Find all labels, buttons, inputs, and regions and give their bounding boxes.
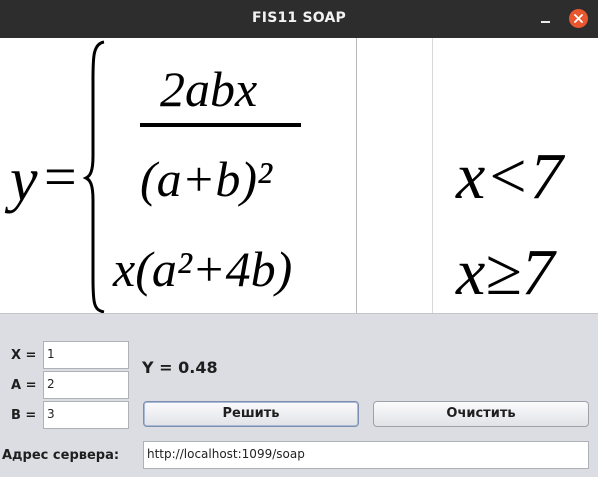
formula-case1-numerator: 2abx xyxy=(160,61,257,117)
result-text: Y = 0.48 xyxy=(142,358,218,377)
a-label: A = xyxy=(11,378,37,393)
close-button[interactable] xyxy=(569,9,588,28)
formula-fraction-bar xyxy=(140,123,301,127)
window-titlebar: FIS11 SOAP xyxy=(0,0,598,38)
formula-case1-condition: x<7 xyxy=(455,140,566,213)
b-input[interactable]: 3 xyxy=(43,401,129,429)
formula-panel: y = 2abx (a+b)² x(a²+4b) x<7 x≥7 xyxy=(0,38,598,313)
minimize-button[interactable] xyxy=(537,10,555,28)
input-form: X = 1 A = 2 B = 3 Y = 0.48 Решить Очисти… xyxy=(0,313,598,477)
window-title: FIS11 SOAP xyxy=(252,10,346,26)
formula-lhs: y xyxy=(4,146,38,214)
server-address-label: Адрес сервера: xyxy=(2,448,120,463)
solve-button[interactable]: Решить xyxy=(143,401,359,427)
clear-button[interactable]: Очистить xyxy=(373,401,589,427)
a-input[interactable]: 2 xyxy=(43,371,129,399)
server-address-input[interactable]: http://localhost:1099/soap xyxy=(143,441,589,469)
formula-equals: = xyxy=(44,144,77,209)
x-label: X = xyxy=(11,348,37,363)
formula-case2-condition: x≥7 xyxy=(455,236,558,309)
formula-case1-denominator: (a+b)² xyxy=(140,151,273,207)
formula-brace xyxy=(82,40,105,313)
x-input[interactable]: 1 xyxy=(43,341,129,369)
formula-case2-expression: x(a²+4b) xyxy=(112,241,292,297)
formula-image: y = 2abx (a+b)² x(a²+4b) x<7 x≥7 xyxy=(4,40,566,313)
b-label: B = xyxy=(11,408,37,423)
close-icon xyxy=(574,14,583,23)
